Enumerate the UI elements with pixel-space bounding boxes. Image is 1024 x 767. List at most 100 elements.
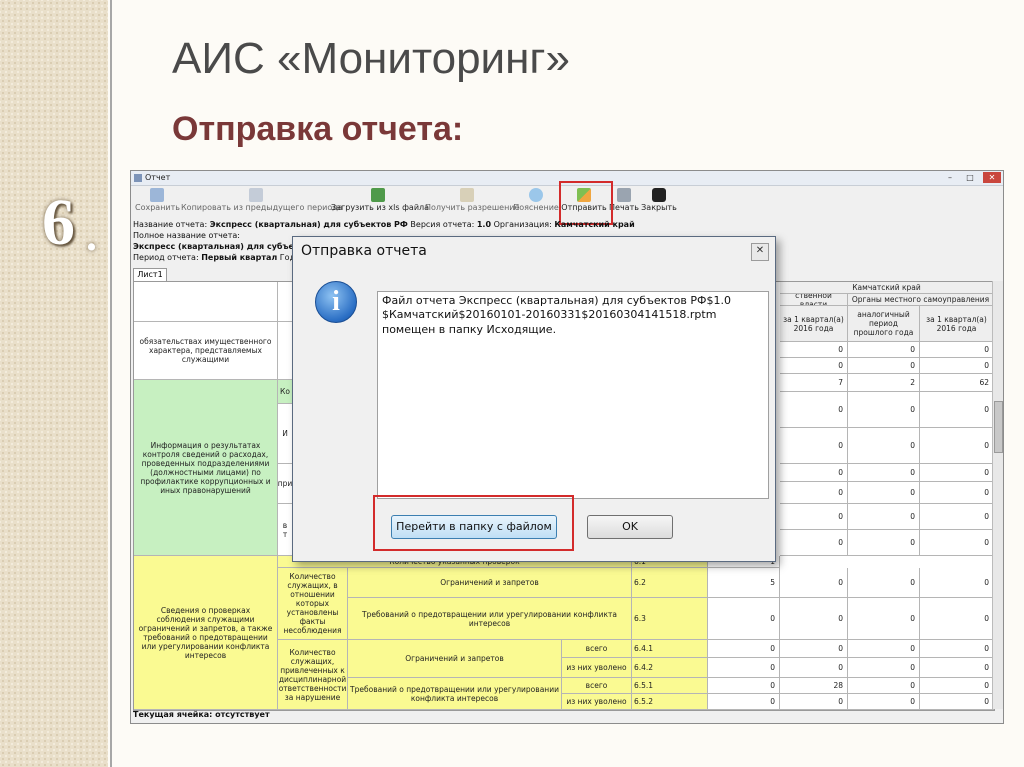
value-cell[interactable]: 0	[920, 482, 994, 504]
step-number: 6	[42, 186, 75, 259]
value-cell[interactable]: 0	[848, 504, 920, 530]
value-cell[interactable]: 5	[708, 568, 780, 598]
value-cell[interactable]: 0	[780, 530, 848, 556]
value-cell[interactable]: 0	[780, 428, 848, 464]
value-cell[interactable]: 0	[848, 678, 920, 694]
fired-label-2: из них уволено	[562, 694, 632, 710]
permission-icon	[460, 188, 474, 202]
total-label-1: всего	[562, 640, 632, 658]
value-cell[interactable]: 0	[780, 342, 848, 358]
value-cell[interactable]: 0	[780, 568, 848, 598]
full-name-value-line: Экспресс (квартальная) для субъектов	[133, 242, 315, 251]
value-cell[interactable]: 0	[848, 568, 920, 598]
value-cell[interactable]: 0	[780, 640, 848, 658]
permission-label: Получить разрешение	[425, 203, 520, 212]
explanation-button[interactable]: Пояснение	[511, 186, 561, 218]
tab-sheet1[interactable]: Лист1	[133, 268, 167, 282]
minimize-button[interactable]: –	[941, 172, 959, 183]
info-icon	[529, 188, 543, 202]
value-cell[interactable]: 0	[920, 392, 994, 428]
value-cell[interactable]: 0	[920, 568, 994, 598]
scrollbar-thumb[interactable]	[994, 401, 1003, 453]
value-cell[interactable]: 0	[848, 640, 920, 658]
full-name-label-line: Полное название отчета:	[133, 231, 240, 240]
copy-icon	[249, 188, 263, 202]
close-report-label: Закрыть	[641, 203, 677, 212]
print-button[interactable]: Печать	[609, 186, 639, 218]
code-6-4-1: 6.4.1	[632, 640, 708, 658]
code-6-5-2: 6.5.2	[632, 694, 708, 710]
value-cell[interactable]: 0	[848, 428, 920, 464]
close-report-button[interactable]: Закрыть	[641, 186, 677, 218]
total-label-2: всего	[562, 678, 632, 694]
copy-prev-period-button[interactable]: Копировать из предыдущего периода	[181, 186, 343, 218]
value-cell[interactable]: 0	[920, 658, 994, 678]
value-cell[interactable]: 0	[780, 504, 848, 530]
dialog-title: Отправка отчета	[301, 243, 427, 259]
value-cell[interactable]: 0	[848, 342, 920, 358]
period-value: Первый квартал	[201, 253, 278, 262]
value-cell[interactable]: 62	[920, 374, 994, 392]
value-cell[interactable]: 0	[848, 482, 920, 504]
value-cell[interactable]: 0	[780, 694, 848, 710]
header-state-power: ственной власти	[780, 294, 848, 306]
value-cell[interactable]: 28	[780, 678, 848, 694]
value-cell[interactable]: 0	[920, 342, 994, 358]
open-folder-highlight-box	[373, 495, 574, 551]
value-cell[interactable]: 0	[708, 640, 780, 658]
message-line-3: помещен в папку Исходящие.	[382, 322, 557, 336]
facts-restrictions: Ограничений и запретов	[348, 568, 632, 598]
value-cell[interactable]: 0	[780, 464, 848, 482]
value-cell[interactable]: 2	[848, 374, 920, 392]
value-cell[interactable]: 0	[848, 658, 920, 678]
value-cell[interactable]: 0	[780, 658, 848, 678]
full-name-value: Экспресс (квартальная) для субъектов	[133, 242, 315, 251]
value-cell[interactable]: 0	[920, 678, 994, 694]
table-corner-cell	[134, 282, 278, 322]
value-cell[interactable]: 0	[848, 598, 920, 640]
value-cell[interactable]: 0	[920, 428, 994, 464]
fired-label-1: из них уволено	[562, 658, 632, 678]
value-cell[interactable]: 0	[920, 598, 994, 640]
load-xls-label: Загрузить из xls файла	[331, 203, 430, 212]
row-checks: Сведения о проверках соблюдения служащим…	[134, 556, 278, 710]
vertical-scrollbar[interactable]	[992, 281, 1003, 709]
save-label: Сохранить	[135, 203, 180, 212]
value-cell[interactable]: 0	[708, 658, 780, 678]
value-cell[interactable]: 0	[708, 678, 780, 694]
header-prev-period: аналогичный период прошлого года	[848, 306, 920, 342]
window-app-icon	[134, 174, 142, 182]
value-cell[interactable]: 0	[920, 464, 994, 482]
ok-button[interactable]: OK	[587, 515, 673, 539]
value-cell[interactable]: 7	[780, 374, 848, 392]
dialog-close-button[interactable]: ✕	[751, 243, 769, 261]
value-cell[interactable]: 0	[848, 530, 920, 556]
slide-left-band	[0, 0, 108, 767]
value-cell[interactable]: 0	[920, 504, 994, 530]
value-cell[interactable]: 0	[920, 530, 994, 556]
value-cell[interactable]: 0	[708, 694, 780, 710]
maximize-button[interactable]: □	[961, 172, 979, 183]
value-cell[interactable]: 0	[780, 392, 848, 428]
value-cell[interactable]: 0	[920, 358, 994, 374]
value-cell[interactable]: 0	[920, 694, 994, 710]
value-cell[interactable]: 0	[708, 598, 780, 640]
value-cell[interactable]: 0	[780, 482, 848, 504]
period-line: Период отчета: Первый квартал Год отч	[133, 253, 312, 262]
value-cell[interactable]: 0	[848, 358, 920, 374]
dialog-message: Файл отчета Экспресс (квартальная) для с…	[377, 291, 769, 499]
code-6-2: 6.2	[632, 568, 708, 598]
load-xls-button[interactable]: Загрузить из xls файла	[331, 186, 429, 218]
version-value: 1.0	[476, 220, 492, 229]
value-cell[interactable]: 0	[780, 358, 848, 374]
report-name-label: Название отчета:	[133, 220, 208, 229]
save-button[interactable]: Сохранить	[135, 186, 180, 218]
close-button[interactable]: ✕	[983, 172, 1001, 183]
value-cell[interactable]: 0	[780, 598, 848, 640]
get-permission-button[interactable]: Получить разрешение	[425, 186, 519, 218]
value-cell[interactable]: 0	[848, 464, 920, 482]
count-facts: Количество служащих, в отношении которых…	[278, 568, 348, 640]
value-cell[interactable]: 0	[848, 694, 920, 710]
value-cell[interactable]: 0	[920, 640, 994, 658]
value-cell[interactable]: 0	[848, 392, 920, 428]
